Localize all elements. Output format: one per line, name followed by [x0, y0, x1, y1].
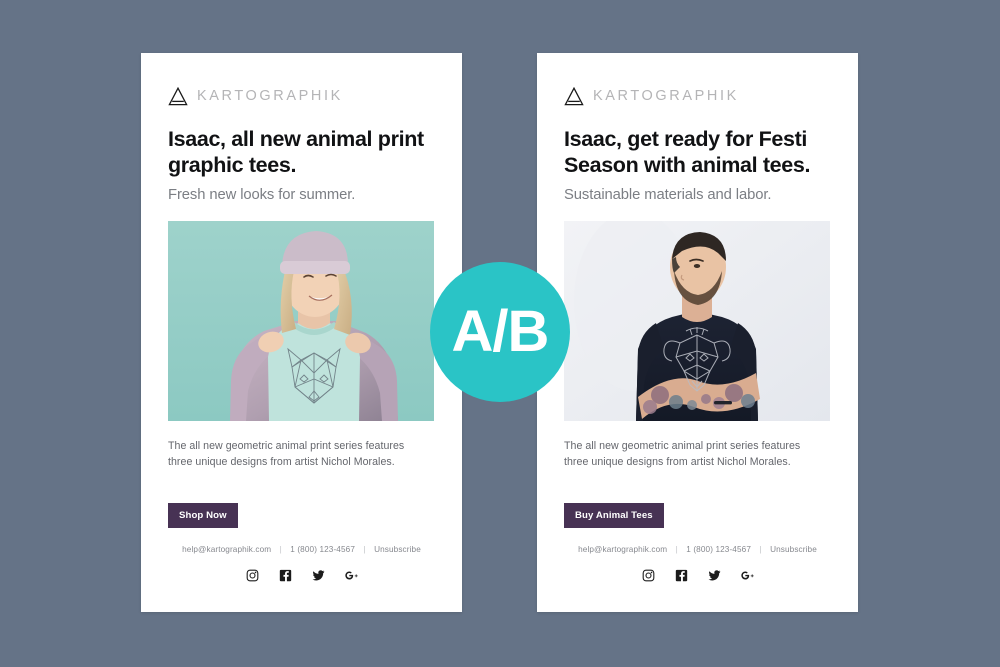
variant-a-content: KARTOGRAPHIK Isaac, all new animal print… [168, 53, 435, 612]
headline-b: Isaac, get ready for Festi Season with a… [564, 127, 811, 178]
twitter-icon[interactable] [708, 569, 721, 582]
instagram-icon[interactable] [246, 569, 259, 582]
cta-buy-animal-tees-button[interactable]: Buy Animal Tees [564, 502, 664, 529]
triangle-delta-icon [564, 86, 584, 106]
hero-image-b [564, 221, 830, 422]
twitter-icon[interactable] [312, 569, 325, 582]
google-plus-icon[interactable] [344, 569, 358, 582]
facebook-icon[interactable] [675, 569, 688, 582]
variant-b-content: KARTOGRAPHIK Isaac, get ready for Festi … [564, 53, 831, 612]
subheadline-a: Fresh new looks for summer. [168, 186, 356, 203]
headline-a: Isaac, all new animal print graphic tees… [168, 127, 424, 178]
cta-shop-now-button[interactable]: Shop Now [168, 502, 238, 529]
ab-test-badge: A/B [430, 262, 570, 402]
brand-name-b: KARTOGRAPHIK [593, 87, 739, 104]
footer-a: help@kartographik.com | 1 (800) 123-4567… [168, 545, 435, 582]
footer-b: help@kartographik.com | 1 (800) 123-4567… [564, 545, 831, 582]
hero-image-a [168, 221, 434, 422]
brand-name-a: KARTOGRAPHIK [197, 87, 343, 104]
triangle-delta-icon [168, 86, 188, 106]
body-copy-a: The all new geometric animal print serie… [168, 440, 405, 469]
footer-separator: | [279, 545, 282, 554]
ab-badge-label: A/B [451, 299, 550, 364]
footer-separator: | [759, 545, 762, 554]
social-links-b [564, 569, 831, 582]
footer-links-a: help@kartographik.com | 1 (800) 123-4567… [168, 545, 435, 554]
footer-phone-a: 1 (800) 123-4567 [290, 545, 356, 554]
brand-lockup-b: KARTOGRAPHIK [564, 53, 831, 109]
brand-lockup-a: KARTOGRAPHIK [168, 53, 435, 109]
footer-separator: | [675, 545, 678, 554]
body-copy-b: The all new geometric animal print serie… [564, 440, 801, 469]
ab-test-canvas: KARTOGRAPHIK Isaac, all new animal print… [0, 0, 1000, 667]
google-plus-icon[interactable] [740, 569, 754, 582]
footer-unsubscribe-a[interactable]: Unsubscribe [374, 545, 421, 554]
subheadline-b: Sustainable materials and labor. [564, 186, 772, 203]
instagram-icon[interactable] [642, 569, 655, 582]
footer-separator: | [363, 545, 366, 554]
email-variant-b-card[interactable]: KARTOGRAPHIK Isaac, get ready for Festi … [537, 53, 858, 612]
footer-unsubscribe-b[interactable]: Unsubscribe [770, 545, 817, 554]
footer-email-a[interactable]: help@kartographik.com [182, 545, 271, 554]
footer-links-b: help@kartographik.com | 1 (800) 123-4567… [564, 545, 831, 554]
footer-email-b[interactable]: help@kartographik.com [578, 545, 667, 554]
facebook-icon[interactable] [279, 569, 292, 582]
footer-phone-b: 1 (800) 123-4567 [686, 545, 752, 554]
social-links-a [168, 569, 435, 582]
email-variant-a-card[interactable]: KARTOGRAPHIK Isaac, all new animal print… [141, 53, 462, 612]
